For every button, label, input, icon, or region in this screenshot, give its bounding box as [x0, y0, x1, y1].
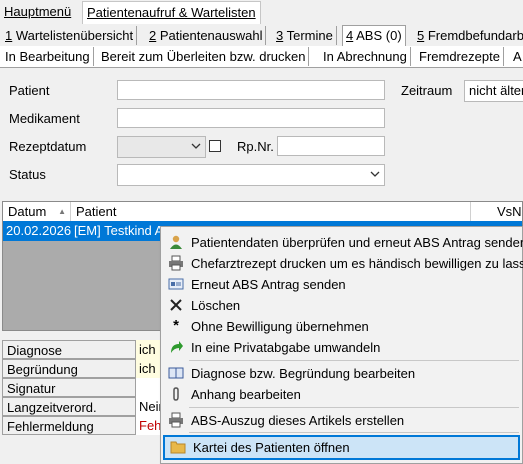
medikament-input[interactable]: [117, 108, 385, 128]
menu-item-abs-auszug[interactable]: ABS-Auszug dieses Artikels erstellen: [163, 410, 520, 431]
chevron-down-icon: [370, 171, 380, 177]
menu-item-label: Kartei des Patienten öffnen: [193, 440, 350, 455]
status-label: Status: [9, 167, 46, 182]
menu-item-chefarztrezept-drucken[interactable]: Chefarztrezept drucken um es händisch be…: [163, 253, 523, 274]
tab-label: Termine: [283, 28, 333, 43]
paperclip-icon: [173, 387, 179, 401]
main-tabs: 1 Wartelistenübersicht 2 Patientenauswah…: [0, 24, 523, 47]
langzeitverord-value[interactable]: Neir: [136, 397, 162, 416]
menu-item-anhang-bearbeiten[interactable]: Anhang bearbeiten: [163, 384, 520, 405]
context-menu: Patientendaten überprüfen und erneut ABS…: [160, 226, 523, 464]
menu-hauptmenu-label: Hauptmenü: [4, 4, 72, 19]
book-icon: [168, 367, 184, 379]
column-label: Datum: [8, 204, 47, 219]
menu-item-label: Diagnose bzw. Begründung bearbeiten: [191, 366, 416, 381]
zeitraum-label: Zeitraum: [401, 83, 453, 98]
column-header-datum[interactable]: Datum ▲: [3, 202, 71, 221]
menu-item-label: In eine Privatabgabe umwandeln: [191, 340, 381, 355]
rpnr-input[interactable]: [277, 136, 385, 156]
menu-item-kartei-oeffnen[interactable]: Kartei des Patienten öffnen: [163, 435, 520, 460]
row-datum: 20.02.2026: [6, 223, 72, 238]
zeitraum-value: nicht älter: [469, 83, 523, 98]
begruendung-value[interactable]: ich: [136, 359, 162, 378]
tab-termine[interactable]: 3 Termine: [273, 26, 337, 45]
row-patient: [EM] Testkind A: [74, 223, 164, 238]
asterisk-icon: *: [173, 317, 179, 334]
patient-label: Patient: [9, 83, 50, 98]
tab-label: In Bearbeitung: [5, 49, 90, 64]
menu-item-label: Chefarztrezept drucken um es händisch be…: [191, 256, 523, 271]
zeitraum-select[interactable]: nicht älter: [464, 80, 523, 102]
medikament-label: Medikament: [9, 111, 80, 126]
fehlermeldung-value[interactable]: Feh: [136, 416, 162, 435]
menu-item-diagnose-bearbeiten[interactable]: Diagnose bzw. Begründung bearbeiten: [163, 363, 520, 384]
menu-item-label: Erneut ABS Antrag senden: [191, 277, 346, 292]
menu-item-abs-antrag-senden[interactable]: Erneut ABS Antrag senden: [163, 274, 520, 295]
column-header-patient[interactable]: Patient: [71, 202, 471, 221]
arrow-icon: [171, 341, 183, 353]
tab-label: Fremdbefundarb: [424, 28, 523, 43]
sort-ascending-icon: ▲: [58, 207, 66, 216]
tab-label: In Abrechnung: [323, 49, 407, 64]
langzeitverord-label: Langzeitverord.: [2, 397, 136, 416]
tab-label: Bereit zum Überleiten bzw. drucken: [101, 49, 306, 64]
tab-in-abrechnung[interactable]: In Abrechnung: [320, 47, 411, 66]
menu-item-label: ABS-Auszug dieses Artikels erstellen: [191, 413, 405, 428]
rezeptdatum-select[interactable]: [117, 136, 206, 158]
menu-item-privatabgabe[interactable]: In eine Privatabgabe umwandeln: [163, 337, 520, 358]
tab-fremdrezepte[interactable]: Fremdrezepte: [416, 47, 504, 66]
printer-icon: [169, 412, 183, 428]
folder-icon: [170, 441, 186, 454]
printer-icon: [169, 255, 183, 271]
grid-header: Datum ▲ Patient VsN: [3, 202, 522, 222]
signatur-value[interactable]: [136, 378, 162, 397]
column-label: VsN: [497, 204, 522, 219]
rpnr-label: Rp.Nr.: [237, 139, 274, 154]
tab-label: ABS (0): [353, 28, 402, 43]
card-icon: [168, 278, 184, 290]
begruendung-label: Begründung: [2, 359, 136, 378]
tab-wartelistenuebersicht[interactable]: 1 Wartelistenübersicht: [2, 26, 138, 45]
user-icon: [170, 235, 182, 249]
rezeptdatum-checkbox[interactable]: [209, 140, 221, 152]
menu-item-label: Löschen: [191, 298, 241, 313]
status-select[interactable]: [117, 164, 385, 186]
diagnose-label: Diagnose: [2, 340, 136, 359]
menu-item-label: Ohne Bewilligung übernehmen: [191, 319, 369, 334]
menu-item-loeschen[interactable]: Löschen: [163, 295, 520, 316]
tab-label: Patientenauswahl: [156, 28, 263, 43]
menu-item-label: Anhang bearbeiten: [191, 387, 301, 402]
tab-label: Wartelistenübersicht: [12, 28, 134, 43]
chevron-down-icon: [191, 143, 201, 149]
menu-separator: [189, 407, 519, 408]
column-label: Patient: [76, 204, 117, 219]
menu-patientenaufruf[interactable]: Patientenaufruf & Wartelisten: [82, 1, 261, 24]
signatur-label: Signatur: [2, 378, 136, 397]
menu-patientenaufruf-label: Patientenaufruf & Wartelisten: [87, 5, 256, 20]
tab-label: Fremdrezepte: [419, 49, 500, 64]
diagnose-value[interactable]: ich: [136, 340, 162, 359]
menu-separator: [189, 432, 519, 433]
column-header-vsn[interactable]: VsN: [471, 202, 522, 221]
tab-label: A: [513, 49, 522, 64]
menu-hauptmenu[interactable]: Hauptmenü: [0, 1, 75, 23]
tab-bereit[interactable]: Bereit zum Überleiten bzw. drucken: [98, 47, 310, 66]
menu-item-label: Patientendaten überprüfen und erneut ABS…: [191, 235, 523, 250]
tab-in-bearbeitung[interactable]: In Bearbeitung: [2, 47, 94, 66]
menu-item-ohne-bewilligung[interactable]: * Ohne Bewilligung übernehmen: [163, 316, 520, 337]
tab-abs[interactable]: 4 ABS (0): [342, 25, 406, 47]
patient-input[interactable]: [117, 80, 385, 100]
tab-fremdbefund[interactable]: 5 Fremdbefundarb: [414, 26, 523, 45]
top-menu-bar: Hauptmenü Patientenaufruf & Wartelisten: [0, 0, 523, 25]
tab-more[interactable]: A: [510, 47, 523, 66]
menu-separator: [189, 360, 519, 361]
fehlermeldung-label: Fehlermeldung: [2, 416, 136, 435]
menu-item-patientendaten-pruefen[interactable]: Patientendaten überprüfen und erneut ABS…: [163, 232, 523, 253]
rezeptdatum-label: Rezeptdatum: [9, 139, 87, 154]
tab-patientenauswahl[interactable]: 2 Patientenauswahl: [146, 26, 267, 45]
abs-sub-tabs: In Bearbeitung Bereit zum Überleiten bzw…: [0, 46, 523, 68]
x-icon: [170, 299, 182, 311]
